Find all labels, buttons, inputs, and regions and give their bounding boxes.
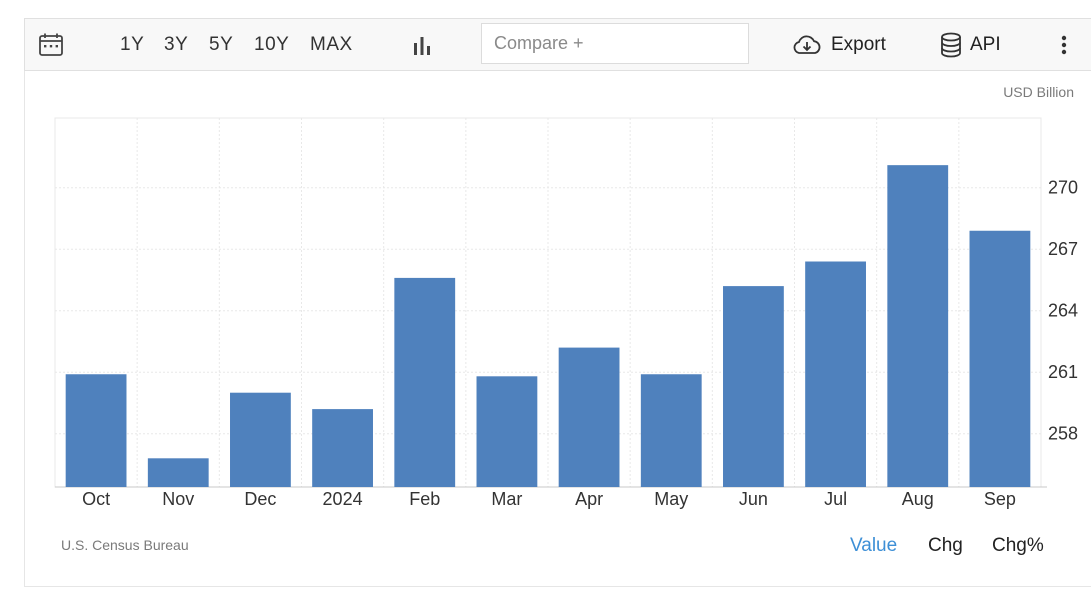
y-tick-label: 261: [1048, 362, 1078, 382]
y-tick-label: 270: [1048, 178, 1078, 198]
x-tick-label: Feb: [409, 489, 440, 509]
mode-change-button[interactable]: Chg: [928, 535, 963, 557]
mode-value-button[interactable]: Value: [850, 535, 897, 557]
bar-mar: [476, 376, 538, 487]
x-tick-label: Sep: [984, 489, 1016, 509]
bar-aug: [887, 165, 949, 487]
bar-oct: [65, 374, 127, 487]
bar-2024: [312, 409, 373, 487]
x-tick-label: Oct: [82, 489, 110, 509]
bar-jun: [723, 286, 784, 487]
x-tick-label: Aug: [902, 489, 934, 509]
bar-sep: [969, 230, 1031, 487]
y-tick-label: 267: [1048, 239, 1078, 259]
bar-nov: [147, 458, 209, 487]
bar-jul: [805, 261, 866, 487]
x-tick-label: Nov: [162, 489, 194, 509]
y-tick-label: 264: [1048, 301, 1078, 321]
bar-feb: [394, 277, 456, 487]
bar-apr: [558, 347, 620, 487]
x-tick-label: Mar: [491, 489, 522, 509]
bar-may: [640, 374, 702, 487]
bar-dec: [230, 392, 291, 487]
x-tick-label: Jul: [824, 489, 847, 509]
x-tick-label: 2024: [323, 489, 363, 509]
x-tick-label: Jun: [739, 489, 768, 509]
x-tick-label: Dec: [244, 489, 276, 509]
mode-change-percent-button[interactable]: Chg%: [992, 535, 1044, 557]
source-label: U.S. Census Bureau: [61, 537, 189, 553]
x-tick-label: Apr: [575, 489, 603, 509]
x-tick-label: May: [654, 489, 688, 509]
bar-chart: Oct Nov Dec 2024 Feb Mar Apr May Jun Jul Aug Sep 25…: [54, 117, 1078, 509]
y-tick-label: 258: [1048, 424, 1078, 444]
